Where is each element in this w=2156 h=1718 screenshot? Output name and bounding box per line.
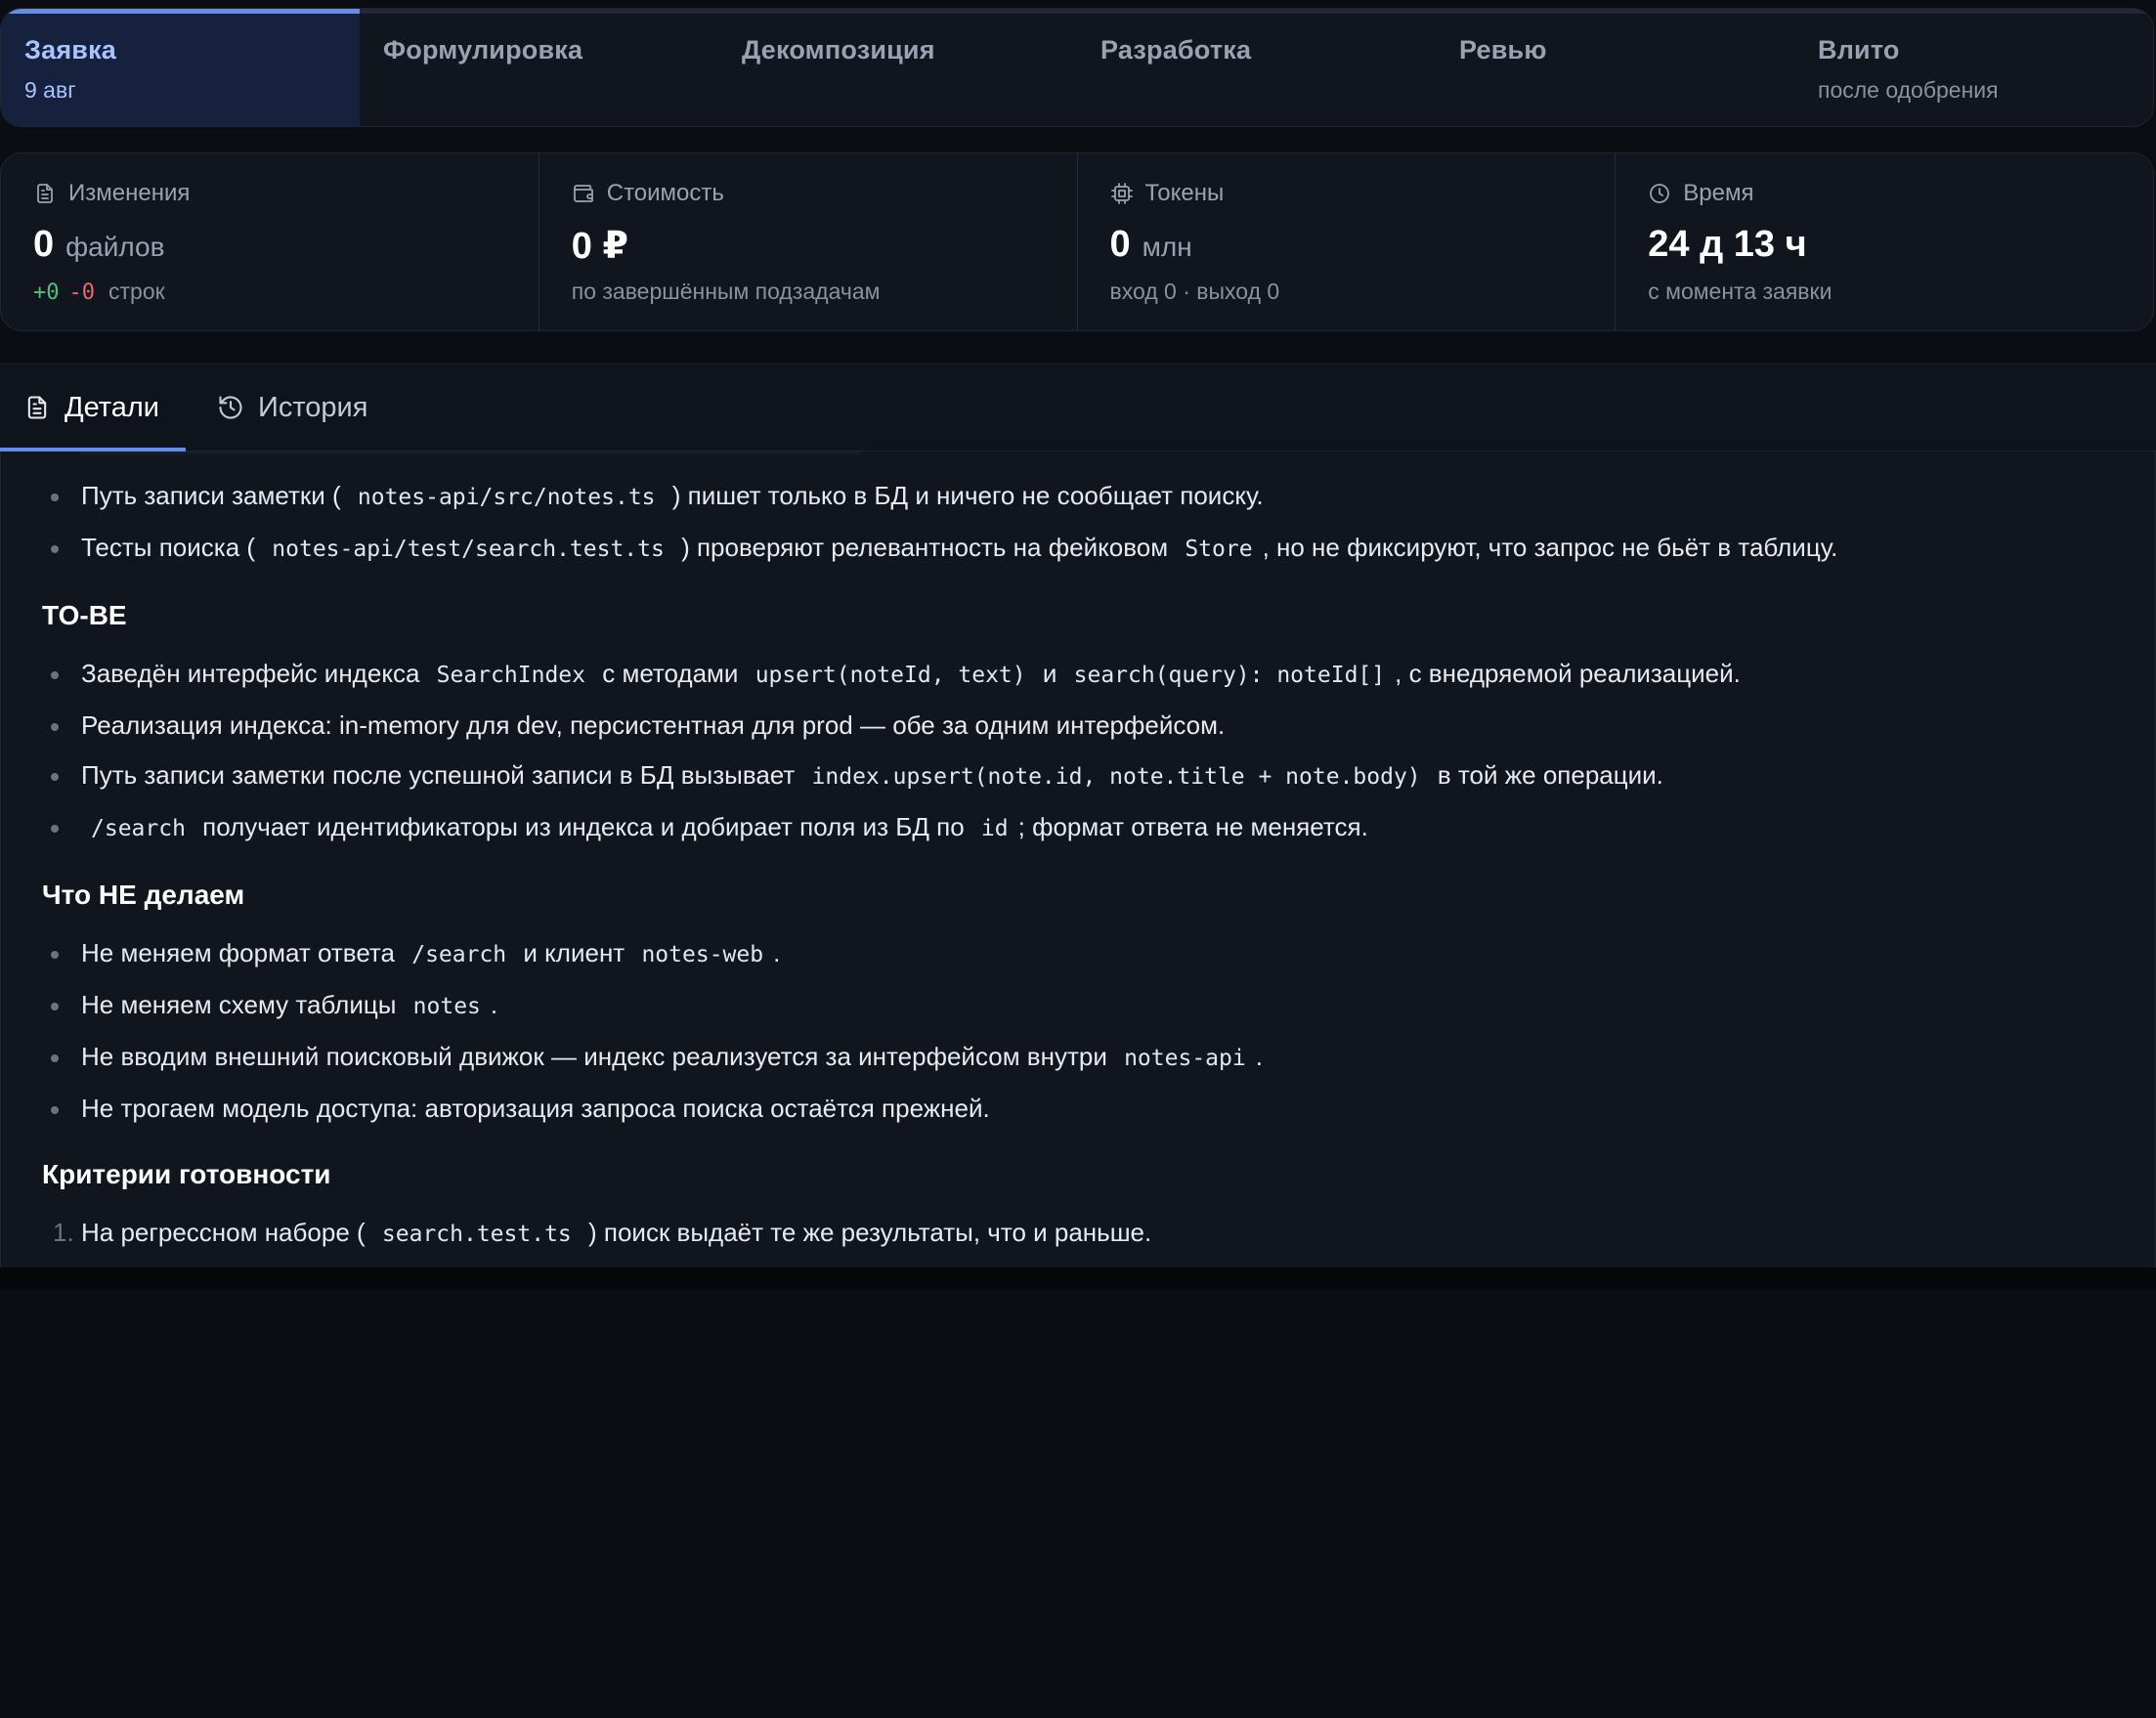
- list-item: Заведён интерфейс индекса SearchIndex с …: [1, 649, 2155, 701]
- code-identifier: index.upsert(note.id, note.title + note.…: [811, 764, 1421, 790]
- code-identifier: notes-web: [641, 942, 764, 967]
- section-heading-tobe: TO-BE: [42, 600, 127, 630]
- lines-added: +0: [33, 280, 60, 305]
- metric-label: Стоимость: [606, 180, 724, 206]
- tab-label: Детали: [65, 391, 160, 423]
- stage-pipeline: Заявка 9 авг Формулировка Декомпозиция Р…: [0, 8, 2154, 127]
- list-item: Не меняем схему таблицы notes.: [1, 980, 2155, 1032]
- metric-note: вход 0 · выход 0: [1109, 279, 1280, 304]
- tab-history[interactable]: История: [217, 365, 367, 451]
- metrics-panel: Изменения 0 файлов +0 -0 строк Стоимость 0…: [0, 152, 2154, 331]
- metric-value: 0 ₽: [571, 226, 628, 267]
- stage-name: Ревью: [1459, 35, 1547, 64]
- metric-label: Изменения: [68, 180, 191, 206]
- bottom-edge: [0, 1267, 2156, 1289]
- details-content[interactable]: Путь записи заметки ( notes-api/src/note…: [0, 451, 2156, 1267]
- code-identifier: upsert(noteId, text): [755, 663, 1026, 688]
- section-heading-not-doing: Что НЕ делаем: [42, 880, 245, 910]
- metric-unit: млн: [1142, 232, 1192, 262]
- list-item: /search получает идентификаторы из индек…: [1, 802, 2155, 854]
- stage-name: Заявка: [24, 35, 117, 64]
- metric-value: 24 д 13 ч: [1648, 224, 1807, 265]
- lines-label: строк: [108, 279, 165, 304]
- cpu-icon: [1110, 183, 1133, 204]
- code-identifier: /search: [411, 942, 507, 967]
- tab-label: История: [258, 391, 368, 423]
- stage-formulation[interactable]: Формулировка: [360, 9, 718, 126]
- tobe-list: Заведён интерфейс индекса SearchIndex с …: [1, 649, 2155, 854]
- list-item: Тесты поиска ( notes-api/test/search.tes…: [1, 523, 2155, 575]
- stage-name: Разработка: [1100, 35, 1252, 64]
- code-identifier: search(query): noteId[]: [1073, 663, 1386, 688]
- stage-name: Формулировка: [383, 35, 583, 64]
- asis-list: Путь записи заметки ( notes-api/src/note…: [1, 471, 2155, 575]
- criteria-list: 1. На регрессном наборе ( search.test.ts …: [1, 1208, 2155, 1260]
- list-item: Путь записи заметки после успешной запис…: [1, 751, 2155, 802]
- not-doing-list: Не меняем формат ответа /search и клиент…: [1, 928, 2155, 1134]
- stage-name: Декомпозиция: [742, 35, 935, 64]
- file-icon: [37, 184, 53, 203]
- stage-request[interactable]: Заявка 9 авг: [1, 9, 360, 126]
- list-item: Реализация индекса: in-memory для dev, п…: [1, 701, 2155, 751]
- section-heading-criteria: Критерии готовности: [42, 1159, 331, 1189]
- code-path: search.test.ts: [381, 1222, 572, 1247]
- code-path: notes-api/src/notes.ts: [357, 485, 656, 510]
- clock-icon: [1650, 184, 1670, 203]
- list-item: 1. На регрессном наборе ( search.test.ts …: [1, 1208, 2155, 1260]
- stage-date: 9 авг: [24, 77, 76, 103]
- tab-bar: Детали История: [0, 364, 2156, 451]
- metric-changes: Изменения 0 файлов +0 -0 строк: [1, 153, 539, 330]
- history-icon: [219, 396, 242, 419]
- stage-decomposition[interactable]: Декомпозиция: [718, 9, 1077, 126]
- metric-tokens: Токены 0 млн вход 0 · выход 0: [1076, 153, 1616, 330]
- clipped-text-remnant: [79, 451, 861, 457]
- code-identifier: /search: [91, 816, 186, 841]
- metric-time: Время 24 д 13 ч с момента заявки: [1615, 153, 2153, 330]
- lines-removed: -0: [68, 280, 96, 305]
- top-strip: [0, 0, 2156, 4]
- code-identifier: id: [980, 816, 1009, 841]
- metric-unit: файлов: [65, 232, 165, 262]
- code-identifier: notes: [412, 994, 481, 1019]
- stage-development[interactable]: Разработка: [1077, 9, 1436, 126]
- metric-cost: Стоимость 0 ₽ по завершённым подзадачам: [538, 153, 1077, 330]
- metric-note: по завершённым подзадачам: [571, 279, 881, 304]
- tab-details[interactable]: Детали: [0, 365, 186, 451]
- list-number: 1.: [53, 1218, 74, 1247]
- code-identifier: SearchIndex: [436, 663, 585, 688]
- list-item: Не меняем формат ответа /search и клиент…: [1, 928, 2155, 980]
- metric-label: Токены: [1144, 180, 1225, 206]
- list-item: Путь записи заметки ( notes-api/src/note…: [1, 471, 2155, 523]
- list-item: Не трогаем модель доступа: авторизация з…: [1, 1084, 2155, 1134]
- code-identifier: notes-api: [1124, 1046, 1246, 1071]
- stage-note: после одобрения: [1818, 77, 1999, 103]
- code-identifier: Store: [1185, 537, 1253, 562]
- metric-value: 0: [1109, 224, 1131, 265]
- code-path: notes-api/test/search.test.ts: [272, 537, 665, 562]
- wallet-icon: [573, 185, 593, 202]
- stage-review[interactable]: Ревью: [1436, 9, 1794, 126]
- metric-label: Время: [1683, 180, 1754, 206]
- stage-merged[interactable]: Влито после одобрения: [1794, 9, 2153, 126]
- metric-note: с момента заявки: [1648, 279, 1833, 304]
- file-text-icon: [27, 396, 47, 419]
- list-item: Не вводим внешний поисковый движок — инд…: [1, 1032, 2155, 1084]
- metric-value: 0: [33, 224, 55, 265]
- stage-name: Влито: [1818, 35, 1900, 64]
